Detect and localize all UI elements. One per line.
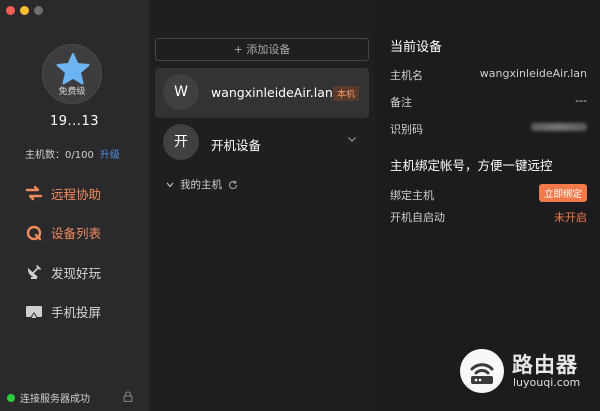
nav-item-remote-assist[interactable]: 远程协助: [25, 183, 101, 203]
detail-key: 备注: [390, 96, 412, 109]
watermark: 路由器 luyouqi.com: [460, 349, 592, 393]
nav-label: 设备列表: [51, 226, 102, 241]
detail-row-remark: 备注 ---: [390, 94, 587, 110]
group-label: 我的主机: [180, 179, 222, 191]
detail-key: 识别码: [390, 123, 423, 136]
sidebar-nav: 远程协助 设备列表 发现好玩 手机投屏: [25, 183, 101, 341]
watermark-url: luyouqi.com: [513, 376, 581, 389]
chevron-down-icon[interactable]: [347, 134, 357, 144]
nav-label: 发现好玩: [51, 265, 102, 281]
host-count: 主机数：0/100 升级: [25, 146, 120, 161]
detail-value: wangxinleideAir.lan: [479, 67, 587, 80]
device-name: 开机设备: [211, 138, 262, 153]
remote-assist-icon: [25, 185, 43, 201]
refresh-icon[interactable]: [228, 180, 238, 190]
device-list-panel: + 添加设备 W wangxinleideAir.lan 本机 开 开机设备 我…: [149, 0, 375, 411]
nav-item-device-list[interactable]: 设备列表: [25, 223, 101, 243]
lock-icon[interactable]: [123, 391, 133, 402]
detail-key: 开机自启动: [390, 211, 445, 224]
status-dot: [7, 393, 15, 402]
minimize-window-button[interactable]: [20, 6, 29, 15]
detail-row-bind: 绑定主机 立即绑定: [390, 184, 587, 203]
nav-item-discover[interactable]: 发现好玩: [25, 262, 101, 282]
window-controls: [6, 6, 43, 15]
device-item-local[interactable]: W wangxinleideAir.lan 本机: [155, 68, 369, 118]
zoom-window-button[interactable]: [34, 6, 43, 15]
device-name: wangxinleideAir.lan: [211, 85, 333, 100]
bind-section-title: 主机绑定帐号，方便一键远控: [390, 158, 553, 173]
user-id: 19...13: [50, 114, 99, 129]
detail-row-id-code: 识别码: [390, 121, 587, 137]
user-avatar[interactable]: 免费级: [42, 44, 102, 104]
add-device-button[interactable]: + 添加设备: [155, 38, 369, 61]
watermark-title: 路由器: [512, 353, 578, 377]
nav-label: 手机投屏: [51, 305, 102, 320]
upgrade-link[interactable]: 升级: [100, 150, 120, 161]
nav-item-screen-cast[interactable]: 手机投屏: [25, 302, 101, 322]
bind-now-button[interactable]: 立即绑定: [538, 184, 587, 202]
host-count-label: 主机数：0/100: [25, 150, 94, 161]
satellite-icon: [27, 265, 41, 279]
device-avatar: W: [163, 74, 199, 110]
device-list-icon: [26, 225, 42, 240]
connection-status-text: 连接服务器成功: [20, 394, 90, 405]
connection-status: 连接服务器成功: [7, 390, 90, 405]
device-avatar: 开: [163, 124, 199, 160]
nav-label: 远程协助: [51, 186, 102, 202]
screen-cast-icon: [26, 305, 42, 318]
detail-value[interactable]: ---: [575, 94, 587, 107]
detail-row-hostname: 主机名 wangxinleideAir.lan: [390, 67, 587, 83]
group-my-hosts[interactable]: 我的主机: [166, 177, 238, 192]
membership-tier: 免费级: [58, 87, 86, 97]
local-badge: 本机: [332, 86, 359, 101]
star-icon: [56, 53, 90, 85]
autostart-toggle[interactable]: 未开启: [554, 209, 587, 225]
close-window-button[interactable]: [6, 6, 15, 15]
sidebar: 免费级 19...13 主机数：0/100 升级 远程协助 设备列表 发现好玩: [0, 0, 149, 411]
id-code-redacted: [531, 121, 587, 134]
chevron-down-icon: [166, 182, 174, 187]
detail-title: 当前设备: [390, 40, 443, 55]
device-item-power-on[interactable]: 开 开机设备: [155, 118, 369, 168]
detail-row-autostart: 开机自启动 未开启: [390, 209, 587, 225]
router-logo-icon: [460, 349, 504, 393]
detail-key: 绑定主机: [390, 189, 434, 202]
detail-key: 主机名: [390, 69, 423, 82]
